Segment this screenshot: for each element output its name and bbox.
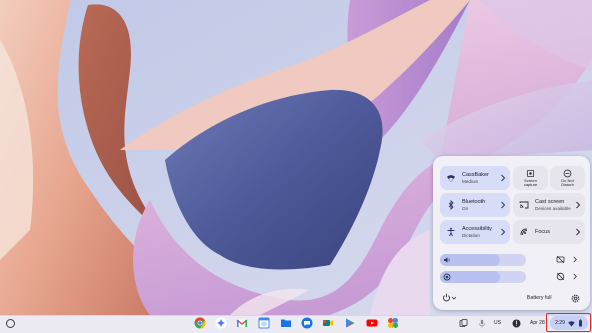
chevron-down-icon <box>451 296 457 300</box>
shelf <box>0 315 592 333</box>
chevron-right-icon[interactable] <box>572 256 578 263</box>
cast-screen-tile[interactable]: Cast screen Devices available <box>513 193 585 217</box>
cast-status: Devices available <box>535 205 571 211</box>
vpn-icon[interactable] <box>512 319 521 328</box>
input-method-indicator[interactable]: US <box>494 320 501 326</box>
gemini-icon[interactable] <box>215 317 227 329</box>
status-area-highlight <box>546 313 591 332</box>
audio-settings-icon[interactable] <box>556 255 565 264</box>
screen-capture-icon <box>526 169 535 177</box>
accessibility-icon <box>447 227 455 237</box>
launcher-button[interactable] <box>6 319 15 328</box>
bluetooth-icon <box>448 200 454 210</box>
files-icon[interactable] <box>280 317 292 329</box>
microphone-icon[interactable] <box>478 319 486 328</box>
meet-icon[interactable] <box>322 317 334 329</box>
chevron-right-icon[interactable] <box>572 273 578 280</box>
chevron-right-icon <box>576 228 581 236</box>
date-display[interactable]: Apr 28 <box>530 320 545 326</box>
brightness-slider[interactable] <box>440 271 526 283</box>
youtube-icon[interactable] <box>366 317 378 329</box>
bluetooth-tile[interactable]: Bluetooth On <box>440 193 510 217</box>
chevron-right-icon <box>501 228 506 236</box>
screen-capture-button[interactable]: Screen capture <box>513 166 548 190</box>
screen-capture-label-2: capture <box>523 182 538 187</box>
cast-icon <box>519 201 529 209</box>
chrome-icon[interactable] <box>194 317 206 329</box>
volume-icon <box>444 257 450 263</box>
night-light-icon[interactable] <box>556 272 565 281</box>
chevron-right-icon <box>501 201 506 209</box>
battery-status: Battery full <box>527 295 552 301</box>
network-strength: Medium <box>462 178 479 184</box>
accessibility-tile[interactable]: Accessibility Dictation <box>440 220 510 244</box>
calendar-icon[interactable] <box>258 317 270 329</box>
power-menu-button[interactable] <box>442 293 457 302</box>
do-not-disturb-icon <box>563 169 572 177</box>
chevron-right-icon <box>576 201 581 209</box>
messages-icon[interactable] <box>301 317 313 329</box>
focus-tile[interactable]: Focus <box>513 220 585 244</box>
focus-icon <box>520 228 528 236</box>
photos-icon[interactable] <box>387 317 399 329</box>
bluetooth-status: On <box>462 205 469 211</box>
brightness-icon <box>443 273 451 281</box>
gmail-icon[interactable] <box>236 317 248 329</box>
network-tile[interactable]: CassBaker Medium <box>440 166 510 190</box>
play-store-icon[interactable] <box>344 317 356 329</box>
dnd-label-2: Disturb <box>561 182 574 187</box>
do-not-disturb-button[interactable]: Do Not Disturb <box>550 166 585 190</box>
chevron-right-icon <box>501 174 506 182</box>
wifi-icon <box>447 175 455 182</box>
focus-title: Focus <box>535 228 550 235</box>
settings-gear-icon[interactable] <box>571 294 580 303</box>
volume-slider[interactable] <box>440 254 526 266</box>
accessibility-feature: Dictation <box>462 232 480 238</box>
phone-hub-icon[interactable] <box>459 319 468 328</box>
power-icon <box>443 293 450 302</box>
